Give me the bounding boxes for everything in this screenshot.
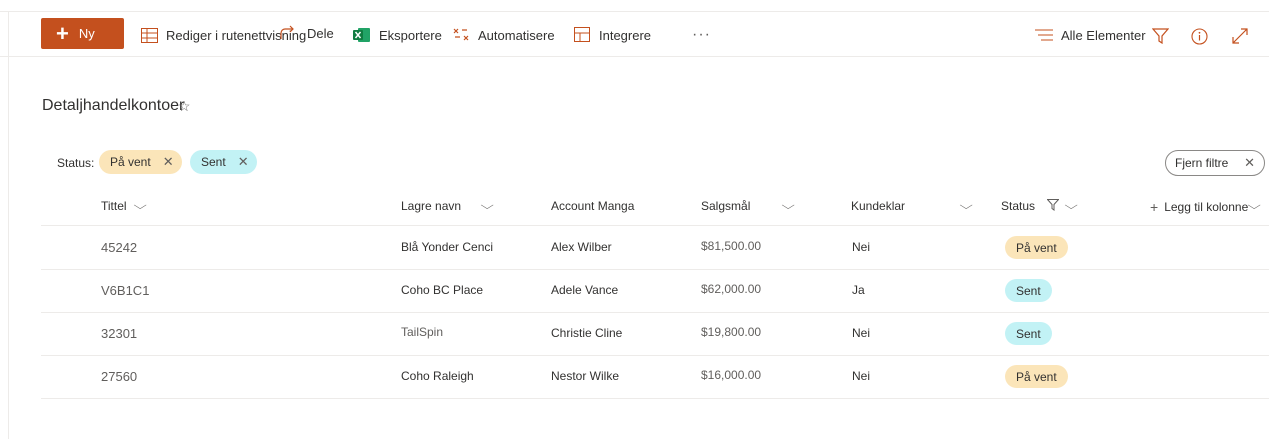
row-customer-ready: Nei [852, 240, 871, 254]
new-button-label: Ny [78, 26, 95, 41]
row-account-manager: Nestor Wilke [551, 369, 620, 383]
row-store-name: Coho Raleigh [401, 369, 474, 383]
row-account-manager: Adele Vance [551, 283, 619, 297]
column-header-customer-ready[interactable]: Kundeklar [851, 199, 905, 213]
column-header-sales-goal[interactable]: Salgsmål [701, 199, 750, 213]
close-icon[interactable]: ✕ [163, 154, 174, 170]
row-customer-ready: Nei [852, 369, 871, 383]
list-view-icon [1034, 25, 1054, 45]
top-bar [0, 0, 1269, 12]
share-button[interactable]: Dele [278, 20, 334, 46]
chevron-down-icon[interactable]: ⌵ [1064, 200, 1077, 213]
chevron-down-icon[interactable]: ⌵ [480, 200, 493, 213]
row-sales-goal: $16,000.00 [701, 368, 762, 382]
close-icon[interactable]: ✕ [238, 154, 249, 170]
page-title: Detaljhandelkontoer [42, 97, 185, 114]
export-button[interactable]: Eksportere [352, 22, 442, 48]
column-header-account-manager[interactable]: Account Manga [551, 199, 634, 213]
close-icon: ✕ [1244, 155, 1255, 170]
share-icon [278, 23, 298, 43]
add-column-button[interactable]: + Legg til kolonne [1150, 199, 1248, 215]
view-label: Alle Elementer [1061, 27, 1146, 43]
grid-icon [139, 25, 159, 45]
automate-button[interactable]: Automatisere [451, 22, 555, 48]
more-options-button[interactable]: ··· [692, 26, 711, 44]
share-label: Dele [307, 25, 334, 41]
row-store-name: Coho BC Place [401, 283, 484, 297]
filter-pill-sent-label: Sent [201, 155, 226, 169]
filter-status-label: Status: [57, 156, 95, 170]
export-label: Eksportere [379, 27, 442, 43]
table-row[interactable]: 45242 Blå Yonder Cenci Alex Wilber $81,5… [41, 226, 1269, 270]
view-selector[interactable]: Alle Elementer [1034, 22, 1146, 48]
excel-icon [352, 25, 372, 45]
status-badge: På vent [1005, 236, 1068, 259]
status-badge: På vent [1005, 365, 1068, 388]
info-icon[interactable] [1189, 26, 1209, 46]
chevron-down-icon[interactable]: ⌵ [781, 200, 794, 213]
filter-icon[interactable] [1046, 198, 1060, 216]
row-sales-goal: $81,500.00 [701, 239, 762, 253]
table-row[interactable]: 32301 TailSpin Christie Cline $19,800.00… [41, 312, 1269, 356]
chevron-down-icon[interactable]: ⌵ [1247, 200, 1260, 213]
add-column-label: Legg til kolonne [1164, 200, 1249, 214]
integrate-label: Integrere [599, 27, 652, 43]
clear-filters-button[interactable]: Fjern filtre ✕ [1165, 150, 1265, 176]
row-account-manager: Christie Cline [551, 326, 623, 340]
chevron-down-icon[interactable]: ⌵ [959, 200, 972, 213]
row-customer-ready: Ja [852, 283, 865, 297]
filter-pill-sent[interactable]: Sent ✕ [190, 150, 257, 174]
row-title[interactable]: V6B1C1 [101, 283, 149, 298]
automate-label: Automatisere [478, 27, 555, 43]
row-title[interactable]: 45242 [101, 240, 137, 255]
plus-icon: + [1150, 199, 1159, 215]
chevron-down-icon[interactable]: ⌵ [133, 200, 146, 213]
table-row[interactable]: V6B1C1 Coho BC Place Adele Vance $62,000… [41, 269, 1269, 313]
row-sales-goal: $19,800.00 [701, 325, 762, 339]
left-divider [8, 11, 9, 439]
plus-icon: + [56, 20, 69, 46]
column-header-title[interactable]: Tittel [101, 199, 127, 213]
filter-icon[interactable] [1150, 26, 1170, 46]
favorite-star-icon[interactable]: ☆ [178, 98, 191, 115]
status-badge: Sent [1005, 279, 1052, 302]
command-bar: + Ny Rediger i rutenettvisning Dele Eksp… [0, 12, 1269, 57]
row-title[interactable]: 32301 [101, 326, 137, 341]
clear-filters-label: Fjern filtre [1175, 156, 1229, 170]
automate-icon [451, 25, 471, 45]
table-row[interactable]: 27560 Coho Raleigh Nestor Wilke $16,000.… [41, 355, 1269, 399]
integrate-button[interactable]: Integrere [572, 22, 651, 48]
row-account-manager: Alex Wilber [551, 240, 612, 254]
row-customer-ready: Nei [852, 326, 871, 340]
row-title[interactable]: 27560 [101, 369, 137, 384]
row-store-name: TailSpin [401, 325, 444, 339]
row-sales-goal: $62,000.00 [701, 282, 762, 296]
integrate-icon [572, 25, 592, 45]
column-header-store-name[interactable]: Lagre navn [401, 199, 461, 213]
filter-pill-pending[interactable]: På vent ✕ [99, 150, 182, 174]
expand-icon[interactable] [1230, 26, 1250, 46]
filter-pill-pending-label: På vent [110, 155, 151, 169]
column-header-status[interactable]: Status [1001, 199, 1035, 213]
new-button[interactable]: + Ny [41, 18, 124, 49]
row-store-name: Blå Yonder Cenci [401, 240, 494, 254]
status-badge: Sent [1005, 322, 1052, 345]
